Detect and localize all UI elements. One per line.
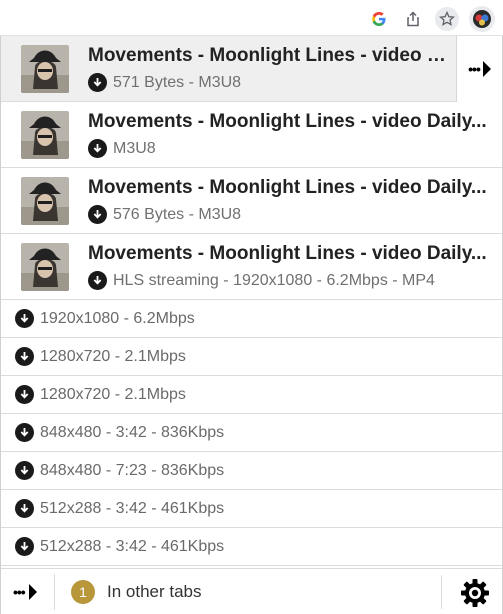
download-arrow-icon	[15, 461, 34, 480]
download-arrow-icon[interactable]	[88, 139, 107, 158]
thumbnail-image	[21, 111, 69, 159]
download-arrow-icon	[15, 309, 34, 328]
video-subtitle: HLS streaming - 1920x1080 - 6.2Mbps - MP…	[88, 271, 435, 290]
video-downloader-popup: Movements - Moonlight Lines - video Dail…	[0, 36, 503, 614]
video-item[interactable]: Movements - Moonlight Lines - video Dail…	[1, 168, 502, 234]
video-item[interactable]: Movements - Moonlight Lines - video Dail…	[1, 234, 502, 300]
gear-icon[interactable]	[458, 576, 492, 610]
download-arrow-icon[interactable]	[88, 205, 107, 224]
download-arrow-icon	[15, 423, 34, 442]
variant-item[interactable]: 848x480 - 3:42 - 836Kbps	[1, 414, 502, 452]
star-icon[interactable]	[435, 7, 459, 31]
download-arrow-icon[interactable]	[88, 271, 107, 290]
variant-label: 1280x720 - 2.1Mbps	[40, 347, 186, 365]
video-title: Movements - Moonlight Lines - video Dail…	[88, 45, 450, 66]
variant-list: 1920x1080 - 6.2Mbps 1280x720 - 2.1Mbps 1…	[1, 300, 502, 566]
video-meta: 571 Bytes - M3U8	[113, 73, 242, 91]
video-subtitle: M3U8	[88, 139, 156, 158]
video-item[interactable]: Movements - Moonlight Lines - video Dail…	[1, 102, 502, 168]
download-arrow-icon	[15, 499, 34, 518]
variant-label: 1920x1080 - 6.2Mbps	[40, 309, 195, 327]
video-subtitle: 576 Bytes - M3U8	[88, 205, 241, 224]
thumbnail-image	[21, 177, 69, 225]
variant-item[interactable]: 1280x720 - 2.1Mbps	[1, 376, 502, 414]
variant-label: 848x480 - 3:42 - 836Kbps	[40, 423, 225, 441]
video-meta: HLS streaming - 1920x1080 - 6.2Mbps - MP…	[113, 271, 435, 289]
more-actions-button[interactable]: •••	[456, 36, 502, 102]
variant-item[interactable]: 512x288 - 3:42 - 461Kbps	[1, 490, 502, 528]
variant-label: 512x288 - 3:42 - 461Kbps	[40, 499, 225, 517]
video-title: Movements - Moonlight Lines - video Dail…	[88, 177, 487, 198]
variant-item[interactable]: 512x288 - 3:42 - 461Kbps	[1, 528, 502, 566]
extension-icon[interactable]	[469, 6, 495, 32]
thumbnail-image	[21, 243, 69, 291]
more-actions-icon: •••	[13, 584, 26, 600]
download-arrow-icon	[15, 347, 34, 366]
other-tabs-link[interactable]: In other tabs	[107, 582, 202, 602]
video-title: Movements - Moonlight Lines - video Dail…	[88, 111, 487, 132]
variant-item[interactable]: 1920x1080 - 6.2Mbps	[1, 300, 502, 338]
variant-item[interactable]: 1280x720 - 2.1Mbps	[1, 338, 502, 376]
more-actions-icon: •••	[468, 61, 481, 77]
video-meta: M3U8	[113, 139, 156, 157]
popup-footer: ••• 1 In other tabs	[1, 568, 502, 614]
download-arrow-icon[interactable]	[88, 73, 107, 92]
download-arrow-icon	[15, 537, 34, 556]
variant-label: 512x288 - 3:42 - 461Kbps	[40, 537, 225, 555]
footer-more-button[interactable]: •••	[13, 574, 55, 610]
thumbnail-image	[21, 45, 69, 93]
video-title: Movements - Moonlight Lines - video Dail…	[88, 243, 487, 264]
video-item[interactable]: Movements - Moonlight Lines - video Dail…	[1, 36, 502, 102]
google-icon[interactable]	[367, 7, 391, 31]
tab-count-badge: 1	[71, 580, 95, 604]
share-icon[interactable]	[401, 7, 425, 31]
footer-divider	[441, 575, 442, 609]
video-list: Movements - Moonlight Lines - video Dail…	[1, 36, 502, 300]
download-arrow-icon	[15, 385, 34, 404]
variant-label: 1280x720 - 2.1Mbps	[40, 385, 186, 403]
video-meta: 576 Bytes - M3U8	[113, 205, 242, 223]
chevron-right-icon	[28, 584, 37, 600]
variant-item[interactable]: 848x480 - 7:23 - 836Kbps	[1, 452, 502, 490]
browser-toolbar	[0, 0, 503, 36]
chevron-right-icon	[482, 61, 491, 77]
variant-label: 848x480 - 7:23 - 836Kbps	[40, 461, 225, 479]
video-subtitle: 571 Bytes - M3U8	[88, 73, 241, 92]
